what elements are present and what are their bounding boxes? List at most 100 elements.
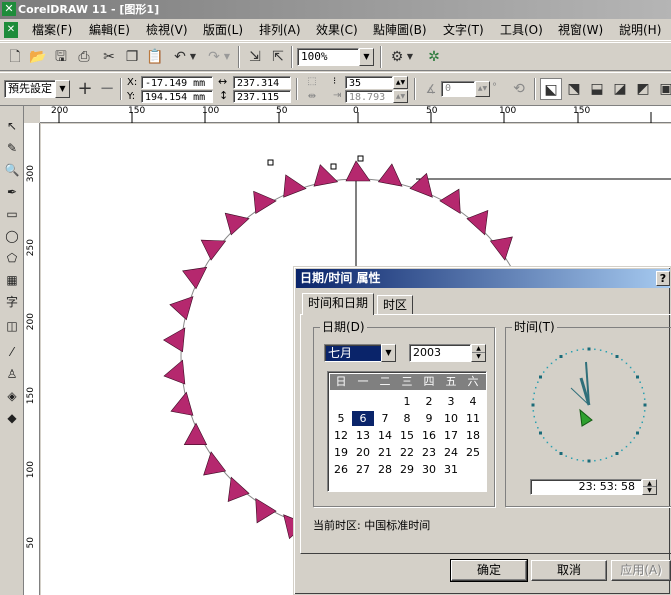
calendar-day[interactable]: 14 bbox=[374, 428, 396, 443]
print-icon[interactable]: ⎙ bbox=[73, 46, 95, 68]
blend-triangle[interactable] bbox=[183, 422, 208, 446]
blend-triangle[interactable] bbox=[224, 212, 250, 236]
calendar-day[interactable]: 7 bbox=[374, 411, 396, 426]
copy-icon[interactable]: ❐ bbox=[121, 46, 143, 68]
fill-tool-icon[interactable]: ◈ bbox=[2, 386, 22, 406]
undo-dropdown-icon[interactable]: ▼ bbox=[188, 46, 198, 68]
selection-handle[interactable] bbox=[267, 159, 274, 166]
spin-down-icon[interactable]: ▼ bbox=[643, 487, 656, 494]
menu-text[interactable]: 文字(T) bbox=[443, 22, 484, 38]
menu-effects[interactable]: 效果(C) bbox=[316, 22, 358, 38]
calendar-day[interactable]: 10 bbox=[440, 411, 462, 426]
angle-field[interactable]: 0 bbox=[441, 81, 475, 97]
blend-triangle[interactable] bbox=[409, 172, 433, 198]
apply-button[interactable]: 应用(A) bbox=[611, 560, 671, 581]
tab-timezone[interactable]: 时区 bbox=[377, 295, 414, 315]
blend-triangle[interactable] bbox=[253, 190, 277, 215]
month-select[interactable]: 七月 bbox=[324, 344, 382, 362]
shape-tool-icon[interactable]: ✎ bbox=[2, 138, 22, 158]
dialog-title-bar[interactable]: 日期/时间 属性 ? bbox=[296, 269, 670, 288]
open-icon[interactable]: 📂 bbox=[27, 46, 49, 68]
text-tool-icon[interactable]: 字 bbox=[2, 292, 22, 312]
calendar-day[interactable]: 9 bbox=[418, 411, 440, 426]
calendar-day[interactable]: 25 bbox=[462, 445, 484, 460]
calendar-day[interactable]: 1 bbox=[396, 394, 418, 409]
add-preset-icon[interactable]: + bbox=[74, 78, 96, 100]
menu-arrange[interactable]: 排列(A) bbox=[259, 22, 301, 38]
interactive-fill-tool-icon[interactable]: ◆ bbox=[2, 408, 22, 428]
import-icon[interactable]: ⇲ bbox=[244, 46, 266, 68]
y-position-field[interactable]: 194.154 mm bbox=[141, 90, 213, 103]
loop-blend-icon[interactable]: ⟲ bbox=[508, 78, 530, 100]
time-field[interactable]: 23: 53: 58 bbox=[530, 479, 642, 495]
blend-triangle[interactable] bbox=[377, 163, 403, 187]
calendar-day[interactable]: 26 bbox=[330, 462, 352, 477]
ellipse-tool-icon[interactable]: ◯ bbox=[2, 226, 22, 246]
spin-down-icon[interactable]: ▼ bbox=[472, 353, 485, 361]
more-blend-options-icon[interactable]: ▣ bbox=[655, 78, 671, 100]
calendar-day[interactable]: 16 bbox=[418, 428, 440, 443]
calendar-day[interactable]: 29 bbox=[396, 462, 418, 477]
blend-triangle[interactable] bbox=[439, 188, 461, 215]
blend-triangle[interactable] bbox=[163, 359, 186, 385]
calendar-day[interactable]: 17 bbox=[440, 428, 462, 443]
blend-triangle[interactable] bbox=[345, 160, 371, 182]
calendar-day[interactable]: 11 bbox=[462, 411, 484, 426]
time-spinner[interactable]: ▲ ▼ bbox=[642, 479, 657, 495]
calendar-day[interactable]: 31 bbox=[440, 462, 462, 477]
tab-date-time[interactable]: 时间和日期 bbox=[302, 293, 375, 315]
steps-field[interactable]: 35 bbox=[345, 76, 393, 89]
blend-triangle[interactable] bbox=[227, 476, 250, 502]
offset-field[interactable]: 18.793 bbox=[345, 90, 393, 103]
blend-triangle[interactable] bbox=[283, 174, 307, 198]
preset-field[interactable]: 預先設定 bbox=[4, 80, 56, 98]
zoom-tool-icon[interactable]: 🔍 bbox=[2, 160, 22, 180]
calendar-day[interactable]: 13 bbox=[352, 428, 374, 443]
calendar-day[interactable]: 8 bbox=[396, 411, 418, 426]
counterclockwise-blend-icon[interactable]: ⬓ bbox=[586, 78, 608, 100]
basic-shapes-tool-icon[interactable]: ▦ bbox=[2, 270, 22, 290]
zoom-dropdown-icon[interactable]: ▼ bbox=[359, 48, 374, 66]
accelerate-icon[interactable]: ◩ bbox=[632, 78, 654, 100]
export-icon[interactable]: ⇱ bbox=[267, 46, 289, 68]
interactive-blend-tool-icon[interactable]: ◫ bbox=[2, 316, 22, 336]
polygon-tool-icon[interactable]: ⬠ bbox=[2, 248, 22, 268]
object-color-acceleration-icon[interactable]: ◪ bbox=[609, 78, 631, 100]
blend-triangle[interactable] bbox=[170, 391, 194, 416]
menu-edit[interactable]: 編輯(E) bbox=[89, 22, 130, 38]
calendar-day[interactable]: 4 bbox=[462, 394, 484, 409]
menu-help[interactable]: 說明(H) bbox=[619, 22, 661, 38]
calendar-day[interactable]: 2 bbox=[418, 394, 440, 409]
cut-icon[interactable]: ✂ bbox=[98, 46, 120, 68]
blend-node[interactable] bbox=[330, 163, 337, 170]
year-spinner[interactable]: ▲ ▼ bbox=[471, 344, 486, 362]
blend-triangle[interactable] bbox=[203, 451, 227, 476]
menu-tools[interactable]: 工具(O) bbox=[500, 22, 543, 38]
angle-spin-icon[interactable]: ▲▼ bbox=[475, 81, 490, 97]
cancel-button[interactable]: 取消 bbox=[531, 560, 607, 581]
calendar-day[interactable]: 27 bbox=[352, 462, 374, 477]
calendar-day[interactable]: 18 bbox=[462, 428, 484, 443]
menu-window[interactable]: 視窗(W) bbox=[558, 22, 603, 38]
eyedropper-tool-icon[interactable]: ⁄ bbox=[2, 342, 22, 362]
offset-spin-icon[interactable]: ▲▼ bbox=[393, 90, 408, 103]
calendar-day[interactable]: 23 bbox=[418, 445, 440, 460]
calendar-day-selected[interactable]: 6 bbox=[352, 411, 374, 426]
height-field[interactable]: 237.115 bbox=[233, 90, 291, 103]
save-icon[interactable]: 🖫 bbox=[50, 46, 72, 68]
blend-triangle[interactable] bbox=[255, 497, 277, 524]
width-field[interactable]: 237.314 bbox=[233, 76, 291, 89]
spin-up-icon[interactable]: ▲ bbox=[472, 345, 485, 353]
year-field[interactable]: 2003 bbox=[409, 344, 471, 362]
calendar-day[interactable]: 15 bbox=[396, 428, 418, 443]
preset-dropdown-icon[interactable]: ▼ bbox=[55, 80, 70, 98]
menu-bitmaps[interactable]: 點陣圖(B) bbox=[373, 22, 427, 38]
document-menu-icon[interactable]: ✕ bbox=[4, 22, 18, 38]
menu-layout[interactable]: 版面(L) bbox=[203, 22, 243, 38]
outline-tool-icon[interactable]: ♙ bbox=[2, 364, 22, 384]
calendar-day[interactable]: 5 bbox=[330, 411, 352, 426]
ok-button[interactable]: 确定 bbox=[450, 559, 528, 582]
direct-blend-icon[interactable]: ⬕ bbox=[540, 78, 562, 100]
calendar-day[interactable]: 21 bbox=[374, 445, 396, 460]
blend-triangle[interactable] bbox=[182, 266, 208, 290]
